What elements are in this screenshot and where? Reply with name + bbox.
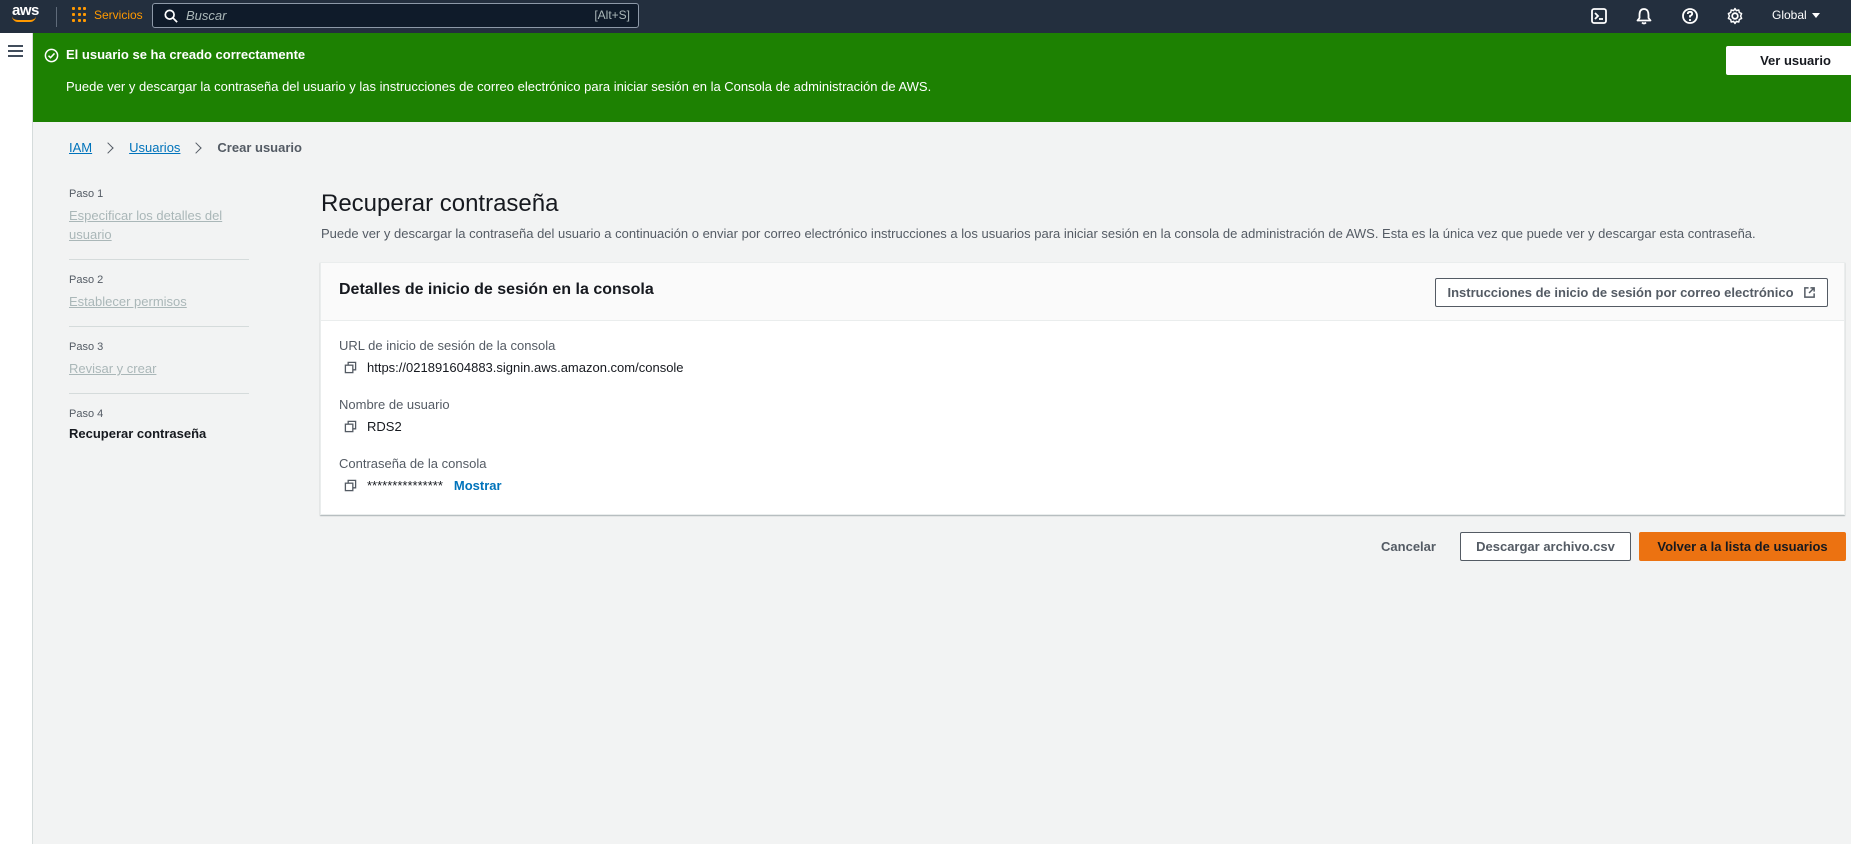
services-menu-button[interactable]: Servicios <box>72 7 143 22</box>
breadcrumb-iam[interactable]: IAM <box>69 140 92 155</box>
copy-icon[interactable] <box>344 479 357 492</box>
breadcrumb-users[interactable]: Usuarios <box>129 140 180 155</box>
step-number: Paso 2 <box>69 274 104 286</box>
wizard-step-3: Paso 3 Revisar y crear <box>69 341 249 394</box>
show-password-link[interactable]: Mostrar <box>454 478 502 493</box>
console-signin-panel: Detalles de inicio de sesión en la conso… <box>320 262 1845 515</box>
flash-title: El usuario se ha creado correctamente <box>66 47 306 62</box>
step-current-label: Recuperar contraseña <box>69 426 207 441</box>
panel-title: Detalles de inicio de sesión en la conso… <box>339 281 654 298</box>
field-label: Contraseña de la consola <box>339 456 487 471</box>
console-url-value: https://021891604883.signin.aws.amazon.c… <box>367 360 684 375</box>
gear-icon[interactable] <box>1726 7 1744 25</box>
console-password-field: Contraseña de la consola ***************… <box>339 456 502 493</box>
copy-icon[interactable] <box>344 361 357 374</box>
top-navigation: aws Servicios [Alt+S] Global <box>0 0 1851 33</box>
bell-icon[interactable] <box>1635 7 1653 25</box>
success-flash-banner: El usuario se ha creado correctamente Pu… <box>33 33 1851 122</box>
check-circle-icon <box>44 48 59 63</box>
region-label: Global <box>1772 8 1807 22</box>
hamburger-menu-icon[interactable] <box>8 45 23 57</box>
search-shortcut: [Alt+S] <box>594 8 630 22</box>
breadcrumb: IAM Usuarios Crear usuario <box>69 140 302 155</box>
download-csv-button[interactable]: Descargar archivo.csv <box>1460 532 1631 561</box>
external-link-icon <box>1803 287 1815 298</box>
help-icon[interactable] <box>1681 7 1699 25</box>
chevron-right-icon <box>102 141 114 154</box>
region-selector[interactable]: Global <box>1772 8 1820 22</box>
step-number: Paso 1 <box>69 188 104 200</box>
services-label: Servicios <box>94 7 143 22</box>
email-instructions-button[interactable]: Instrucciones de inicio de sesión por co… <box>1435 278 1828 307</box>
caret-down-icon <box>1811 12 1820 18</box>
search-box[interactable]: [Alt+S] <box>152 3 639 28</box>
page-title: Recuperar contraseña <box>321 190 559 217</box>
page-description: Puede ver y descargar la contraseña del … <box>321 226 1756 241</box>
wizard-step-2: Paso 2 Establecer permisos <box>69 274 249 327</box>
grid-icon <box>72 7 87 22</box>
wizard-step-1: Paso 1 Especificar los detalles del usua… <box>69 188 249 260</box>
password-masked-value: *************** <box>367 478 443 493</box>
wizard-steps: Paso 1 Especificar los detalles del usua… <box>69 188 249 470</box>
username-field: Nombre de usuario RDS2 <box>339 397 450 434</box>
chevron-right-icon <box>190 141 203 154</box>
copy-icon[interactable] <box>344 420 357 433</box>
cancel-button[interactable]: Cancelar <box>1371 532 1446 561</box>
search-input[interactable] <box>186 4 566 27</box>
step-number: Paso 3 <box>69 341 104 353</box>
aws-logo[interactable]: aws <box>12 3 42 28</box>
step-number: Paso 4 <box>69 408 104 420</box>
username-value: RDS2 <box>367 419 402 434</box>
breadcrumb-current: Crear usuario <box>217 140 302 155</box>
step-link-details[interactable]: Especificar los detalles del usuario <box>69 206 234 244</box>
flash-message: Puede ver y descargar la contraseña del … <box>66 79 932 94</box>
console-url-field: URL de inicio de sesión de la consola ht… <box>339 338 684 375</box>
field-label: URL de inicio de sesión de la consola <box>339 338 556 353</box>
email-instructions-label: Instrucciones de inicio de sesión por co… <box>1447 285 1794 300</box>
cloudshell-icon[interactable] <box>1590 7 1608 25</box>
field-label: Nombre de usuario <box>339 397 450 412</box>
step-link-review[interactable]: Revisar y crear <box>69 359 249 378</box>
panel-header: Detalles de inicio de sesión en la conso… <box>321 263 1844 321</box>
search-icon <box>164 9 178 23</box>
return-to-users-button[interactable]: Volver a la lista de usuarios <box>1639 532 1846 561</box>
side-rail <box>0 33 33 844</box>
nav-divider <box>56 7 57 27</box>
view-user-button[interactable]: Ver usuario <box>1726 46 1851 75</box>
step-link-permissions[interactable]: Establecer permisos <box>69 292 249 311</box>
wizard-step-4: Paso 4 Recuperar contraseña <box>69 408 249 456</box>
